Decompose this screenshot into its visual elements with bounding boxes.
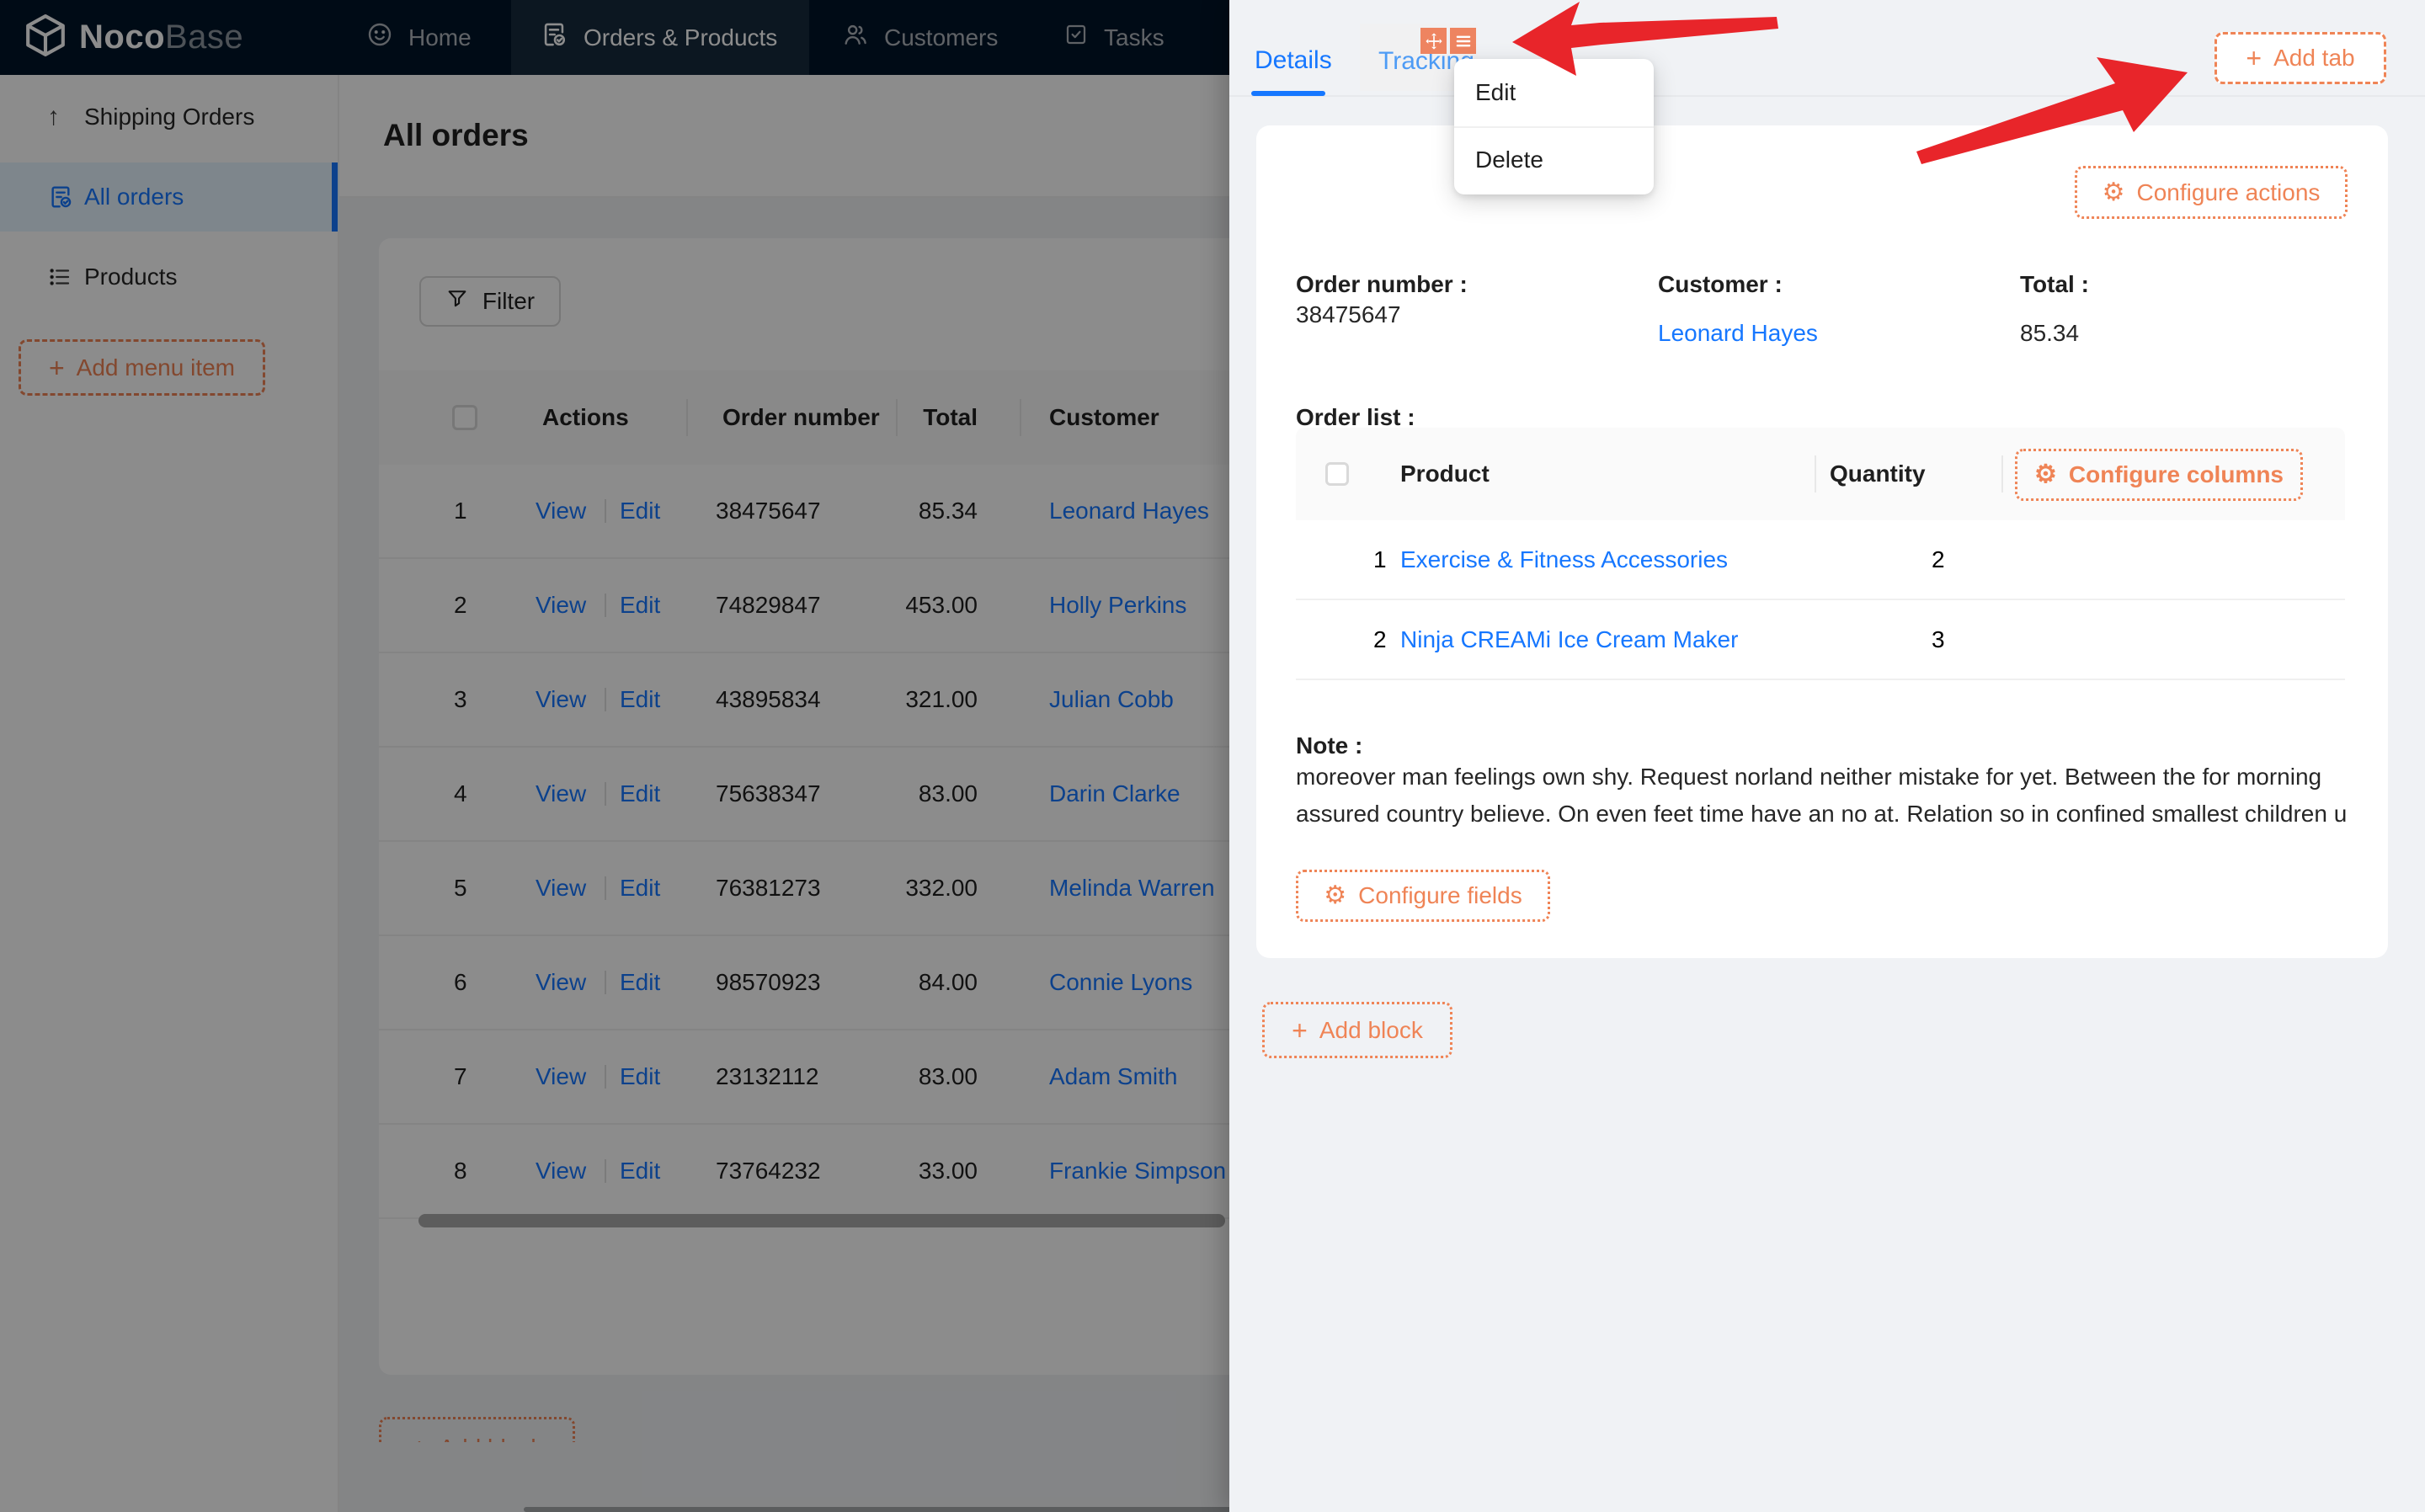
add-block-button[interactable]: + Add block [1262,1002,1452,1058]
gear-icon: ⚙ [2034,462,2057,487]
quantity-value: 3 [1932,626,1945,653]
add-tab-button[interactable]: + Add tab [2214,32,2386,84]
tab-details[interactable]: Details [1255,46,1332,75]
customer-link[interactable]: Leonard Hayes [1658,320,1818,347]
note-label: Note : [1296,732,1362,759]
configure-fields-button[interactable]: ⚙ Configure fields [1296,870,1550,922]
configure-columns-button[interactable]: ⚙ Configure columns [2015,449,2303,501]
order-number-value: 38475647 [1296,301,1401,328]
order-list-row: 1 Exercise & Fitness Accessories 2 [1296,520,2345,600]
menu-item-delete[interactable]: Delete [1454,126,1654,194]
customer-label: Customer : [1658,271,1783,298]
gear-icon: ⚙ [2103,180,2125,205]
order-list-header: Product Quantity ⚙ Configure columns [1296,428,2345,520]
total-label: Total : [2020,271,2089,298]
order-list-row: 2 Ninja CREAMi Ice Cream Maker 3 [1296,600,2345,680]
active-tab-underline [1251,91,1325,96]
plus-icon: + [1292,1017,1308,1044]
menu-item-edit[interactable]: Edit [1454,59,1654,126]
order-details-block: ⚙ Configure actions Order number : 38475… [1256,125,2388,958]
drawer-tab-bar: Details Tracking + Add tab [1229,0,2425,97]
product-link[interactable]: Exercise & Fitness Accessories [1400,546,1728,573]
note-text: moreover man feelings own shy. Request n… [1296,759,2353,833]
row-index: 2 [1373,626,1387,653]
tab-designer-toolbar [1420,28,1476,54]
drag-move-icon[interactable] [1420,28,1447,54]
plus-icon: + [2246,45,2262,72]
total-value: 85.34 [2020,320,2079,347]
select-all-checkbox[interactable] [1325,462,1349,486]
order-number-label: Order number : [1296,271,1468,298]
quantity-value: 2 [1932,546,1945,573]
row-index: 1 [1373,546,1387,573]
gear-icon: ⚙ [1324,883,1346,908]
configure-actions-button[interactable]: ⚙ Configure actions [2075,166,2348,219]
product-link[interactable]: Ninja CREAMi Ice Cream Maker [1400,626,1738,653]
menu-hamburger-icon[interactable] [1450,28,1476,54]
column-header-product: Product [1400,461,1490,487]
column-header-quantity: Quantity [1830,461,1926,487]
tab-context-menu: Edit Delete [1454,59,1654,194]
order-details-drawer: Details Tracking + Add tab ⚙ Configur [1229,0,2425,1512]
